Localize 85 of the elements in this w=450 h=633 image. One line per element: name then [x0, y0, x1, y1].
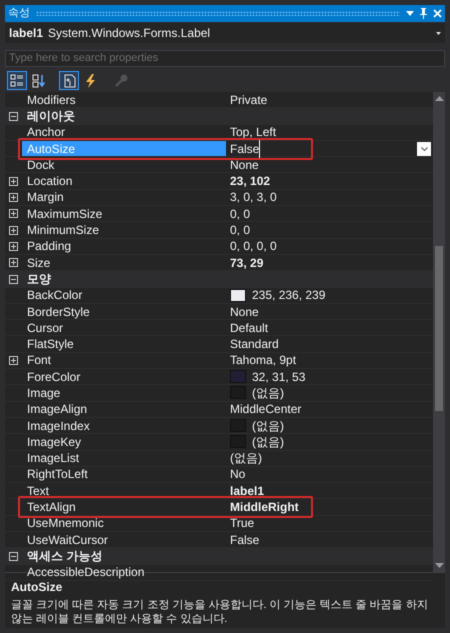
property-name[interactable]: Image: [22, 385, 226, 401]
property-name[interactable]: Location: [22, 173, 226, 189]
expand-icon[interactable]: [9, 209, 18, 218]
scroll-up-icon[interactable]: [434, 96, 444, 101]
categorized-button[interactable]: [7, 71, 27, 90]
category-header[interactable]: 모양: [22, 270, 51, 288]
property-name[interactable]: Size: [22, 254, 226, 270]
property-name[interactable]: MaximumSize: [22, 206, 226, 222]
property-value: 0, 0: [230, 222, 250, 240]
property-value: MiddleCenter: [230, 401, 302, 418]
property-name[interactable]: Margin: [22, 190, 226, 206]
expand-icon[interactable]: [9, 242, 18, 251]
property-name[interactable]: MinimumSize: [22, 222, 226, 238]
property-name[interactable]: ForeColor: [22, 369, 226, 384]
wrench-icon: [113, 72, 129, 88]
chevron-icon: [420, 146, 428, 151]
description-text: 글꼴 크기에 따른 자동 크기 조정 기능을 사용합니다. 이 기능은 텍스트 줄 바꿈을 하지 않는 레이블 컨트롤에만 사용할 수 있습니다.: [11, 598, 429, 626]
collapse-icon[interactable]: [9, 274, 18, 284]
property-value: MiddleRight: [230, 499, 299, 516]
category-header[interactable]: 레이아웃: [22, 107, 75, 126]
property-name[interactable]: TextAlign: [22, 499, 226, 515]
property-name[interactable]: Dock: [22, 157, 226, 172]
property-value: 3, 0, 3, 0: [230, 189, 277, 206]
property-value: 32, 31, 53: [252, 368, 306, 386]
property-page-button[interactable]: [59, 71, 79, 90]
property-name[interactable]: UseMnemonic: [22, 516, 226, 532]
expand-icon[interactable]: [9, 258, 18, 268]
property-value: False: [230, 532, 260, 549]
property-name[interactable]: UseWaitCursor: [22, 532, 226, 548]
expand-icon[interactable]: [9, 192, 18, 202]
property-name[interactable]: ImageKey: [22, 434, 226, 450]
property-value: 23, 102: [230, 173, 270, 190]
property-name[interactable]: BackColor: [22, 288, 226, 303]
expand-icon[interactable]: [9, 226, 18, 235]
scrollbar[interactable]: [433, 92, 445, 572]
property-value: 0, 0, 0, 0: [230, 238, 277, 256]
property-name[interactable]: AccessibleDescription: [22, 564, 226, 580]
property-value: 0, 0: [230, 206, 250, 223]
dropdown-icon[interactable]: [436, 32, 441, 34]
property-name[interactable]: FlatStyle: [22, 336, 226, 352]
sort-icon: [31, 72, 47, 88]
property-value: 73, 29: [230, 254, 264, 272]
property-value: 235, 236, 239: [252, 287, 326, 304]
scroll-down-icon[interactable]: [434, 563, 444, 568]
expand-icon[interactable]: [9, 356, 18, 365]
property-value: None: [230, 156, 259, 174]
property-name[interactable]: Padding: [22, 238, 226, 254]
property-name[interactable]: ImageAlign: [22, 402, 226, 417]
property-value: Standard: [230, 336, 279, 354]
object-name: label1: [9, 25, 44, 42]
scroll-thumb[interactable]: [435, 246, 443, 411]
property-name[interactable]: Anchor: [22, 124, 226, 140]
collapse-icon[interactable]: [9, 552, 18, 561]
property-name[interactable]: Cursor: [22, 320, 226, 336]
pin-icon[interactable]: [420, 8, 427, 19]
dropdown-button[interactable]: [417, 142, 431, 156]
property-name[interactable]: ImageList: [22, 450, 226, 466]
property-value: (없음): [230, 450, 262, 468]
property-value: Default: [230, 320, 268, 337]
property-value: Private: [230, 92, 268, 109]
object-selector[interactable]: label1 System.Windows.Forms.Label: [5, 23, 445, 43]
property-value: No: [230, 466, 246, 484]
property-name[interactable]: Font: [22, 352, 226, 368]
property-name[interactable]: RightToLeft: [22, 466, 226, 482]
property-name[interactable]: Modifiers: [22, 92, 226, 108]
property-value: (없음): [252, 418, 284, 435]
window-title: 속성: [8, 8, 30, 19]
close-icon[interactable]: [433, 9, 442, 18]
expand-icon[interactable]: [9, 176, 18, 186]
description-title: AutoSize: [11, 580, 64, 595]
collapse-icon[interactable]: [9, 112, 18, 121]
property-name[interactable]: Text: [22, 483, 226, 498]
value-field[interactable]: False: [230, 140, 260, 158]
categorized-icon: [9, 72, 25, 88]
property-value: Top, Left: [230, 124, 276, 142]
property-value: (없음): [252, 434, 284, 451]
property-value: label1: [230, 482, 264, 500]
property-name[interactable]: ImageIndex: [22, 418, 226, 434]
search-field[interactable]: Type here to search properties: [5, 50, 445, 66]
property-value: (없음): [252, 385, 284, 402]
property-value: None: [230, 304, 259, 321]
property-value: Tahoma, 9pt: [230, 352, 296, 370]
object-type: System.Windows.Forms.Label: [48, 25, 212, 42]
property-name[interactable]: BorderStyle: [22, 304, 226, 320]
property-value: True: [230, 515, 254, 532]
